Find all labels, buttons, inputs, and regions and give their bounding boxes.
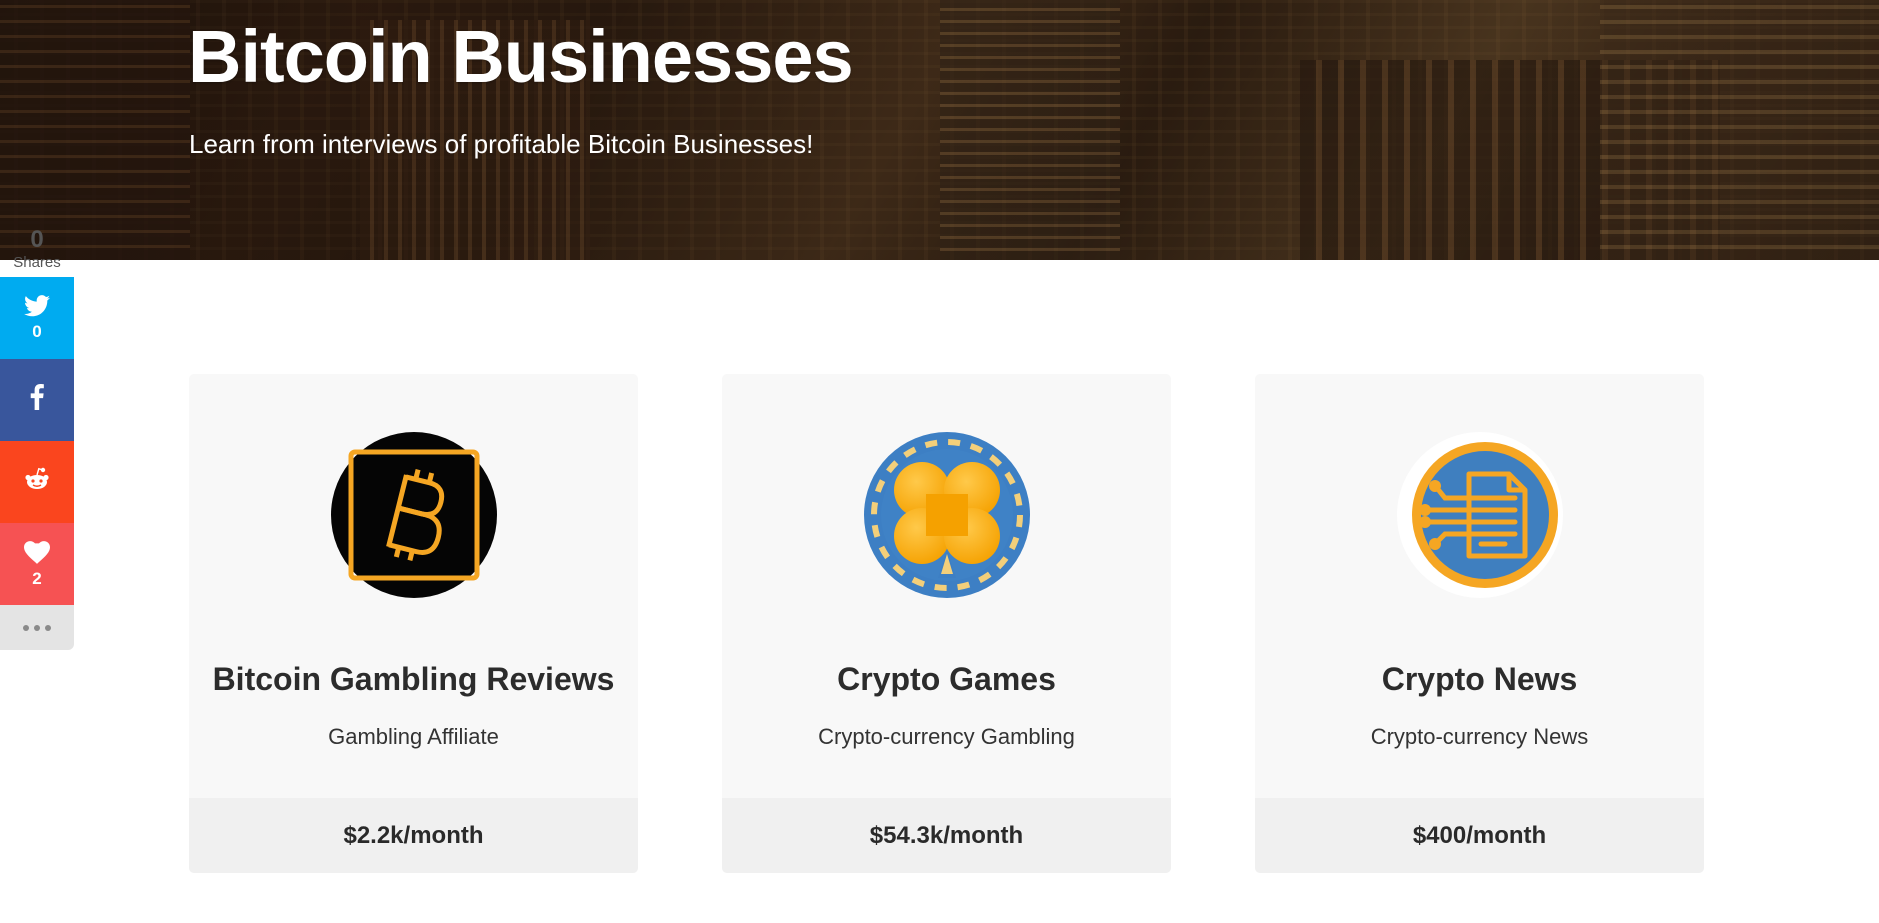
hero-banner: Bitcoin Businesses Learn from interviews… (0, 0, 1879, 260)
poker-chip-club-icon (864, 432, 1030, 598)
share-reddit-button[interactable] (0, 441, 74, 523)
business-name: Crypto Games (837, 661, 1056, 697)
share-more-button[interactable] (0, 605, 74, 650)
share-love-button[interactable]: 2 (0, 523, 74, 605)
business-revenue: $400/month (1412, 821, 1547, 849)
more-dots-icon (34, 624, 40, 631)
business-name: Crypto News (1381, 661, 1578, 697)
business-revenue-footer: $2.2k/month (189, 798, 638, 873)
bitcoin-logo-icon (331, 432, 497, 598)
page-title: Bitcoin Businesses (188, 15, 854, 98)
business-revenue-footer: $54.3k/month (722, 798, 1171, 873)
business-revenue: $54.3k/month (869, 821, 1024, 849)
business-name: Bitcoin Gambling Reviews (212, 661, 615, 697)
share-twitter-count: 0 (32, 322, 42, 341)
share-total-count: 0 (30, 226, 44, 253)
reddit-icon (24, 467, 50, 491)
business-card-crypto-news[interactable]: Crypto News Crypto-currency News $400/mo… (1255, 374, 1704, 873)
business-card-crypto-games[interactable]: Crypto Games Crypto-currency Gambling $5… (722, 374, 1171, 873)
heart-icon (24, 540, 50, 564)
business-revenue-footer: $400/month (1255, 798, 1704, 873)
page-subtitle: Learn from interviews of profitable Bitc… (189, 129, 814, 159)
digital-news-icon (1397, 432, 1563, 598)
facebook-icon (30, 384, 44, 410)
share-total-label: Shares (13, 254, 61, 271)
share-love-count: 2 (32, 568, 42, 588)
share-twitter-button[interactable]: 0 (0, 277, 74, 359)
share-facebook-button[interactable] (0, 359, 74, 441)
more-dots-icon (23, 624, 29, 631)
business-revenue: $2.2k/month (343, 821, 484, 849)
more-dots-icon (45, 624, 51, 631)
business-category: Gambling Affiliate (328, 724, 499, 749)
business-card-bitcoin-gambling-reviews[interactable]: Bitcoin Gambling Reviews Gambling Affili… (189, 374, 638, 873)
business-category: Crypto-currency Gambling (818, 724, 1075, 749)
twitter-icon (24, 295, 50, 317)
business-category: Crypto-currency News (1370, 724, 1589, 749)
